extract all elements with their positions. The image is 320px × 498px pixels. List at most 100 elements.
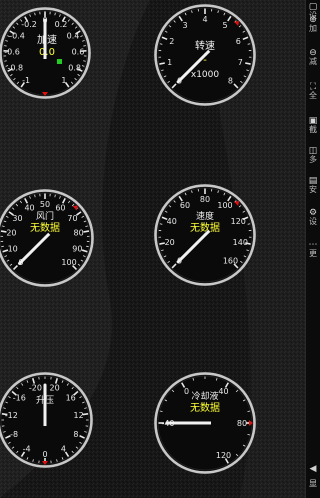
rpm-gauge-units: x1000 [191,70,220,80]
accel-indicator-icon [57,59,62,64]
accel-scale-label: -0.4 [9,32,25,41]
fullscreen-icon: ⛶ [309,81,317,92]
toolbar-label-4: 截 [309,125,317,134]
coolant-gauge-face: -4004080120 冷却液 无数据 [154,372,256,474]
throttle-gauge-face: 0102030405060708090100 风门 无数据 [0,189,94,287]
boost-scale-label: 4 [61,445,66,454]
toolbar-bottom-label[interactable]: 显 [306,478,320,489]
coolant-scale-label: 40 [218,387,228,396]
rpm-gauge-title: 转速 [195,39,215,52]
boost-scale-label: -8 [10,430,18,439]
throttle-scale-label: 20 [6,229,16,238]
accel-gauge-value: 0.0 [39,47,55,58]
accel-scale-label: 0.6 [72,47,85,56]
boost-scale-label: 20 [49,383,59,392]
add-icon: ⊕ [309,14,317,25]
throttle-scale-label: 70 [67,214,77,223]
toolbar-label-1: 加 [309,24,317,33]
accel-scale-label: 1 [61,76,66,85]
speed-gauge[interactable]: 020406080100120140160 速度 无数据 [154,183,256,293]
boost-gauge[interactable]: 0-4-8-12-16-2020161284 升压 - [0,365,95,475]
toolbar-label-5: 多 [309,155,317,164]
throttle-minor-tick [34,194,36,198]
rpm-scale-label: 4 [202,15,207,24]
throttle-gauge-value: 无数据 [30,221,60,234]
speed-gauge-value: 无数据 [190,221,220,234]
speed-scale-label: 160 [223,256,238,265]
rpm-scale-label: 3 [182,21,187,30]
coolant-gauge-title: 冷却液 [191,390,218,402]
throttle-scale-label: 60 [55,204,65,213]
coolant-scale-label: 80 [237,419,247,428]
accel-gauge-face: -1-0.8-0.6-0.4-0.200.20.40.60.81 加速 0.0 [0,7,91,99]
settings-icon: ▢ [308,1,318,12]
rpm-scale-label: 8 [228,76,233,85]
accel-scale-label: 0.4 [67,32,80,41]
boost-scale-label: -16 [13,394,26,403]
screenshot-icon: ▣ [308,115,318,126]
speed-gauge-title: 速度 [196,210,214,222]
throttle-major-tick [83,230,90,233]
rpm-scale-label: 1 [167,58,172,67]
boost-scale-label: -20 [29,383,42,392]
rpm-gauge-face: 012345678 转速 - x1000 [154,4,256,106]
accel-scale-label: 0.2 [55,20,68,29]
throttle-scale-label: 50 [40,200,50,209]
accel-gauge[interactable]: -1-0.8-0.6-0.4-0.200.20.40.60.81 加速 0.0 [0,3,95,113]
throttle-gauge-title: 风门 [36,210,54,222]
remove-icon: ⊖ [309,47,317,58]
side-toolbar: ▢ 设 ⊕ 加 ⊖ 减 ⛶ 全 ▣ 截 ◫ 多 ▤ 安 ⚙ 设 ⋯ 更 ◀ 显 [305,0,320,498]
throttle-minor-tick [54,194,56,198]
rpm-scale-label: 2 [169,37,174,46]
accel-gauge-title: 加速 [37,34,57,46]
more-icon: ⋯ [308,239,318,250]
coolant-scale-label: 120 [216,451,231,460]
collapse-arrow-icon[interactable]: ◀ [306,464,320,474]
speed-scale-label: 80 [200,195,210,204]
rpm-scale-label: 6 [236,37,241,46]
toolbar-label-2: 减 [309,57,317,66]
throttle-scale-label: 90 [72,245,82,254]
boost-scale-label: -12 [5,411,18,420]
accel-scale-label: -0.2 [21,20,37,29]
toolbar-item-8[interactable]: ⋯ 更 [306,240,320,298]
safe-icon: ▤ [308,175,318,186]
speed-scale-label: 100 [217,201,232,210]
throttle-scale-label: 40 [24,204,34,213]
speed-scale-label: 120 [231,217,246,226]
speed-scale-label: 60 [180,201,190,210]
accel-scale-label: -0.6 [4,47,20,56]
speed-scale-label: 140 [233,238,248,247]
speed-scale-label: 20 [165,238,175,247]
accel-scale-label: -1 [22,76,30,85]
speed-gauge-face: 020406080100120140160 速度 无数据 [154,184,256,286]
rpm-major-tick [159,62,165,65]
rpm-scale-label: 5 [222,21,227,30]
throttle-gauge[interactable]: 0102030405060708090100 风门 无数据 [0,186,95,296]
throttle-scale-label: 80 [73,229,83,238]
boost-gauge-face: 0-4-8-12-16-2020161284 升压 - [0,372,93,468]
coolant-gauge-value: 无数据 [190,401,220,414]
accel-scale-label: -0.8 [8,63,24,72]
boost-scale-label: 0 [42,450,47,459]
rpm-major-tick [245,62,251,65]
gear-icon: ⚙ [308,207,318,218]
coolant-gauge[interactable]: -4004080120 冷却液 无数据 [154,368,256,478]
rpm-scale-label: 7 [238,58,243,67]
accel-scale-label: 0.8 [68,63,81,72]
throttle-scale-label: 10 [8,245,18,254]
boost-scale-label: 16 [66,394,76,403]
toolbar-label-7: 设 [309,217,317,226]
multi-icon: ◫ [308,145,318,156]
throttle-scale-label: 30 [12,214,22,223]
boost-scale-label: -4 [23,445,31,454]
speed-scale-label: 40 [167,217,177,226]
rpm-gauge[interactable]: 012345678 转速 - x1000 [154,3,256,113]
toolbar-label-3: 全 [309,91,317,100]
coolant-scale-label: 0 [184,387,189,396]
toolbar-label-8: 更 [309,249,317,258]
boost-scale-label: 12 [74,411,84,420]
toolbar-label-6: 安 [309,185,317,194]
boost-scale-label: 8 [73,430,78,439]
throttle-scale-label: 100 [61,258,76,267]
